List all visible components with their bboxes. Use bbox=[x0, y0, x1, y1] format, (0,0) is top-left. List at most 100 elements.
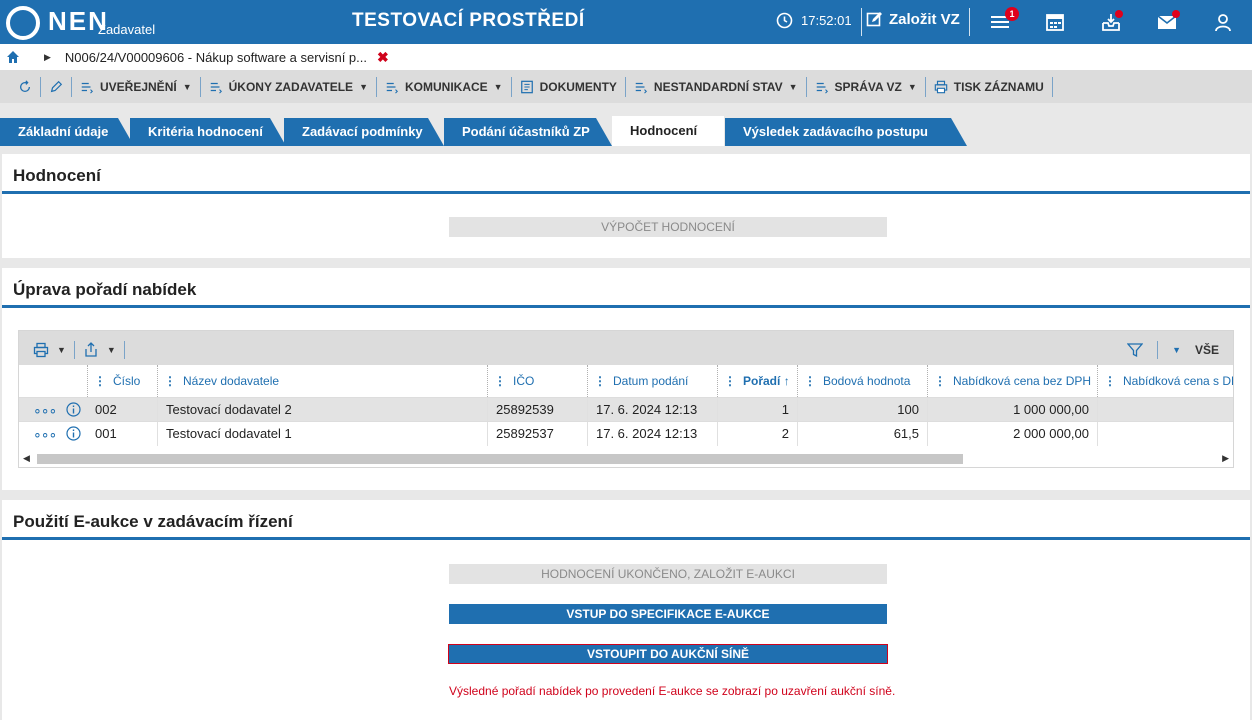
filter-all-label[interactable]: VŠE bbox=[1195, 343, 1219, 357]
scroll-right-icon[interactable]: ▶ bbox=[1222, 451, 1229, 465]
cell-body: 100 bbox=[797, 398, 927, 422]
column-header-poradi[interactable]: ⋮ Pořadí ↑ bbox=[717, 365, 797, 397]
info-icon[interactable] bbox=[66, 426, 81, 441]
refresh-icon bbox=[19, 79, 31, 92]
caret-down-icon: ▼ bbox=[182, 81, 192, 92]
column-menu-icon[interactable]: ⋮ bbox=[804, 374, 816, 388]
offer-order-panel: Úprava pořadí nabídek ▼ ▼ ▼ VŠE ⋮ Číslo ⋮… bbox=[2, 268, 1250, 490]
menu-dokumenty[interactable]: DOKUMENTY bbox=[512, 76, 626, 97]
action-toolbar: UVEŘEJNĚNÍ ▼ ÚKONY ZADAVATELE ▼ KOMUNIKA… bbox=[0, 70, 1252, 103]
menu-ukony-label: ÚKONY ZADAVATELE bbox=[228, 79, 354, 94]
column-menu-icon[interactable]: ⋮ bbox=[594, 374, 606, 388]
sort-ascending-icon[interactable]: ↑ bbox=[784, 374, 790, 388]
column-header-cislo[interactable]: ⋮ Číslo bbox=[87, 365, 157, 397]
scrollbar-thumb[interactable] bbox=[37, 454, 963, 464]
environment-title: TESTOVACÍ PROSTŘEDÍ bbox=[352, 10, 585, 31]
tab-zakladni-udaje[interactable]: Základní údaje bbox=[0, 118, 134, 146]
horizontal-scrollbar[interactable]: ◀ ▶ bbox=[19, 451, 1233, 465]
nen-logo[interactable]: NEN bbox=[6, 4, 109, 40]
eauction-spec-button[interactable]: VSTUP DO SPECIFIKACE E-AUKCE bbox=[449, 604, 887, 624]
eauction-panel-title: Použití E-aukce v zadávacím řízení bbox=[2, 500, 1250, 540]
menu-uverejneni[interactable]: UVEŘEJNĚNÍ ▼ bbox=[72, 76, 201, 97]
clock-time: 17:52:01 bbox=[801, 13, 852, 28]
cell-poradi: 2 bbox=[717, 422, 797, 446]
column-label: Nabídková cena bez DPH bbox=[953, 374, 1092, 388]
menu-komunikace-label: KOMUNIKACE bbox=[404, 79, 488, 94]
grid-header: ⋮ Číslo ⋮ Název dodavatele ⋮ IČO ⋮ Datum pod… bbox=[19, 365, 1233, 397]
user-icon[interactable] bbox=[1213, 12, 1233, 32]
more-actions-icon[interactable]: ∘∘∘ bbox=[33, 403, 57, 417]
column-menu-icon[interactable]: ⋮ bbox=[1104, 374, 1116, 388]
calendar-icon[interactable] bbox=[1045, 12, 1065, 32]
menu-tisk-label: TISK ZÁZNAMU bbox=[953, 79, 1044, 94]
menu-uverejneni-label: UVEŘEJNĚNÍ bbox=[100, 79, 177, 94]
column-menu-icon[interactable]: ⋮ bbox=[934, 374, 946, 388]
cell-body: 61,5 bbox=[797, 422, 927, 446]
finish-evaluation-button[interactable]: HODNOCENÍ UKONČENO, ZALOŽIT E-AUKCI bbox=[449, 564, 887, 584]
calculate-evaluation-button[interactable]: VÝPOČET HODNOCENÍ bbox=[449, 217, 887, 237]
enter-auction-hall-button[interactable]: VSTOUPIT DO AUKČNÍ SÍNĚ bbox=[448, 644, 888, 664]
menu-dokumenty-label: DOKUMENTY bbox=[539, 79, 617, 94]
info-icon[interactable] bbox=[66, 402, 81, 417]
column-header-cena-s[interactable]: ⋮ Nabídková cena s DPH bbox=[1097, 365, 1233, 397]
grid-toolbar-left: ▼ ▼ bbox=[33, 341, 125, 359]
cell-cena-bez: 2 000 000,00 bbox=[927, 422, 1097, 446]
menu-ukony-zadavatele[interactable]: ÚKONY ZADAVATELE ▼ bbox=[201, 76, 377, 97]
tab-podani-ucastniku[interactable]: Podání účastníků ZP bbox=[444, 118, 612, 146]
column-menu-icon[interactable]: ⋮ bbox=[94, 374, 106, 388]
menu-komunikace[interactable]: KOMUNIKACE ▼ bbox=[377, 76, 512, 97]
column-label: IČO bbox=[513, 374, 535, 388]
cell-datum: 17. 6. 2024 12:13 bbox=[587, 398, 717, 422]
column-header-ico[interactable]: ⋮ IČO bbox=[487, 365, 587, 397]
column-label: Číslo bbox=[113, 374, 141, 388]
tab-vysledek[interactable]: Výsledek zadávacího postupu bbox=[725, 118, 967, 146]
create-vz-button[interactable]: Založit VZ bbox=[866, 11, 960, 28]
table-row[interactable]: ∘∘∘ 001 Testovací dodavatel 1 25892537 1… bbox=[19, 421, 1233, 446]
column-header-nazev[interactable]: ⋮ Název dodavatele bbox=[157, 365, 487, 397]
menu-tisk-zaznamu[interactable]: TISK ZÁZNAMU bbox=[926, 76, 1053, 97]
column-menu-icon[interactable]: ⋮ bbox=[724, 374, 736, 388]
cell-ico: 25892537 bbox=[487, 422, 587, 446]
breadcrumb-arrow-icon: ▶ bbox=[44, 51, 51, 62]
cell-nazev: Testovací dodavatel 2 bbox=[157, 398, 487, 422]
cell-cislo: 002 bbox=[95, 402, 117, 417]
column-header-datum[interactable]: ⋮ Datum podání bbox=[587, 365, 717, 397]
column-header-cena-bez[interactable]: ⋮ Nabídková cena bez DPH bbox=[927, 365, 1097, 397]
menu-sprava-vz[interactable]: SPRÁVA VZ ▼ bbox=[807, 76, 926, 97]
refresh-button[interactable] bbox=[10, 76, 41, 97]
home-icon[interactable] bbox=[6, 50, 20, 64]
inbox-notification-dot bbox=[1115, 10, 1123, 18]
scroll-left-icon[interactable]: ◀ bbox=[23, 451, 30, 465]
cell-ico: 25892539 bbox=[487, 398, 587, 422]
caret-down-icon[interactable]: ▼ bbox=[1172, 345, 1181, 355]
caret-down-icon[interactable]: ▼ bbox=[107, 345, 116, 355]
close-record-icon[interactable]: ✖ bbox=[377, 49, 389, 66]
tab-kriteria-hodnoceni[interactable]: Kritéria hodnocení bbox=[130, 118, 286, 146]
menu-nestandardni-stav[interactable]: NESTANDARDNÍ STAV ▼ bbox=[626, 76, 807, 97]
column-menu-icon[interactable]: ⋮ bbox=[164, 374, 176, 388]
column-header-body[interactable]: ⋮ Bodová hodnota bbox=[797, 365, 927, 397]
cell-datum: 17. 6. 2024 12:13 bbox=[587, 422, 717, 446]
print-icon bbox=[934, 80, 948, 93]
clock-icon bbox=[776, 12, 793, 29]
caret-down-icon[interactable]: ▼ bbox=[57, 345, 66, 355]
tab-zadavaci-podminky[interactable]: Zadávací podmínky bbox=[284, 118, 444, 146]
row-actions: ∘∘∘ bbox=[33, 402, 81, 417]
filter-icon[interactable] bbox=[1127, 342, 1144, 358]
column-label: Datum podání bbox=[613, 374, 689, 388]
eauction-panel: Použití E-aukce v zadávacím řízení HODNO… bbox=[2, 500, 1250, 720]
list-icon bbox=[386, 82, 398, 93]
breadcrumb-path[interactable]: N006/24/V00009606 - Nákup software a ser… bbox=[65, 50, 367, 65]
more-actions-icon[interactable]: ∘∘∘ bbox=[33, 427, 57, 441]
evaluation-panel-title: Hodnocení bbox=[2, 154, 1250, 194]
tab-hodnoceni[interactable]: Hodnocení bbox=[612, 116, 724, 146]
print-icon[interactable] bbox=[33, 342, 49, 358]
offer-order-panel-title: Úprava pořadí nabídek bbox=[2, 268, 1250, 308]
export-icon[interactable] bbox=[83, 342, 99, 358]
table-row[interactable]: ∘∘∘ 002 Testovací dodavatel 2 25892539 1… bbox=[19, 397, 1233, 422]
caret-down-icon: ▼ bbox=[359, 81, 368, 92]
edit-button[interactable] bbox=[41, 76, 72, 97]
menu-badge: 1 bbox=[1005, 7, 1019, 21]
grid-toolbar: ▼ ▼ ▼ VŠE bbox=[19, 331, 1233, 365]
column-menu-icon[interactable]: ⋮ bbox=[494, 374, 506, 388]
